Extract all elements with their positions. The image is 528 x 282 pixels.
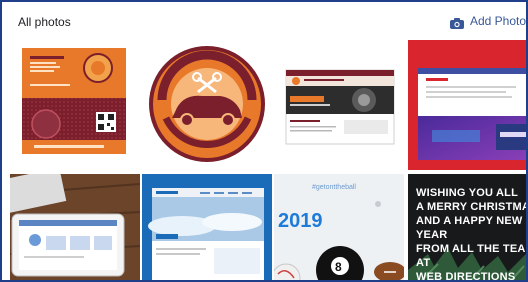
photo-business-card[interactable] — [10, 40, 140, 170]
add-photos-button[interactable]: Add Photos — [449, 14, 528, 29]
photo-eight-ball[interactable]: 8 #getonttheball 2019 — [274, 174, 404, 280]
photo-website[interactable] — [274, 40, 404, 170]
photo-tablet[interactable] — [10, 174, 140, 280]
photo-hashtag: #getonttheball — [312, 184, 356, 191]
photo-year: 2019 — [278, 210, 323, 232]
photos-header: All photos Add Photos — [2, 2, 526, 40]
photo-web-page[interactable] — [142, 174, 272, 280]
photo-grid: 8 #getonttheball 2019 WISHING YOU ALL A … — [10, 40, 526, 282]
add-photos-label: Add Photos — [469, 14, 528, 28]
svg-text:8: 8 — [335, 260, 342, 274]
photos-panel: All photos Add Photos 8 #getonttheball 2… — [0, 0, 528, 282]
photo-logo[interactable] — [142, 40, 272, 170]
photo-christmas[interactable]: WISHING YOU ALL A MERRY CHRISTMAS AND A … — [408, 174, 526, 282]
christmas-message: WISHING YOU ALL A MERRY CHRISTMAS AND A … — [416, 187, 526, 282]
page-title: All photos — [18, 15, 71, 29]
photo-payless[interactable] — [408, 40, 526, 170]
camera-icon — [449, 16, 464, 29]
